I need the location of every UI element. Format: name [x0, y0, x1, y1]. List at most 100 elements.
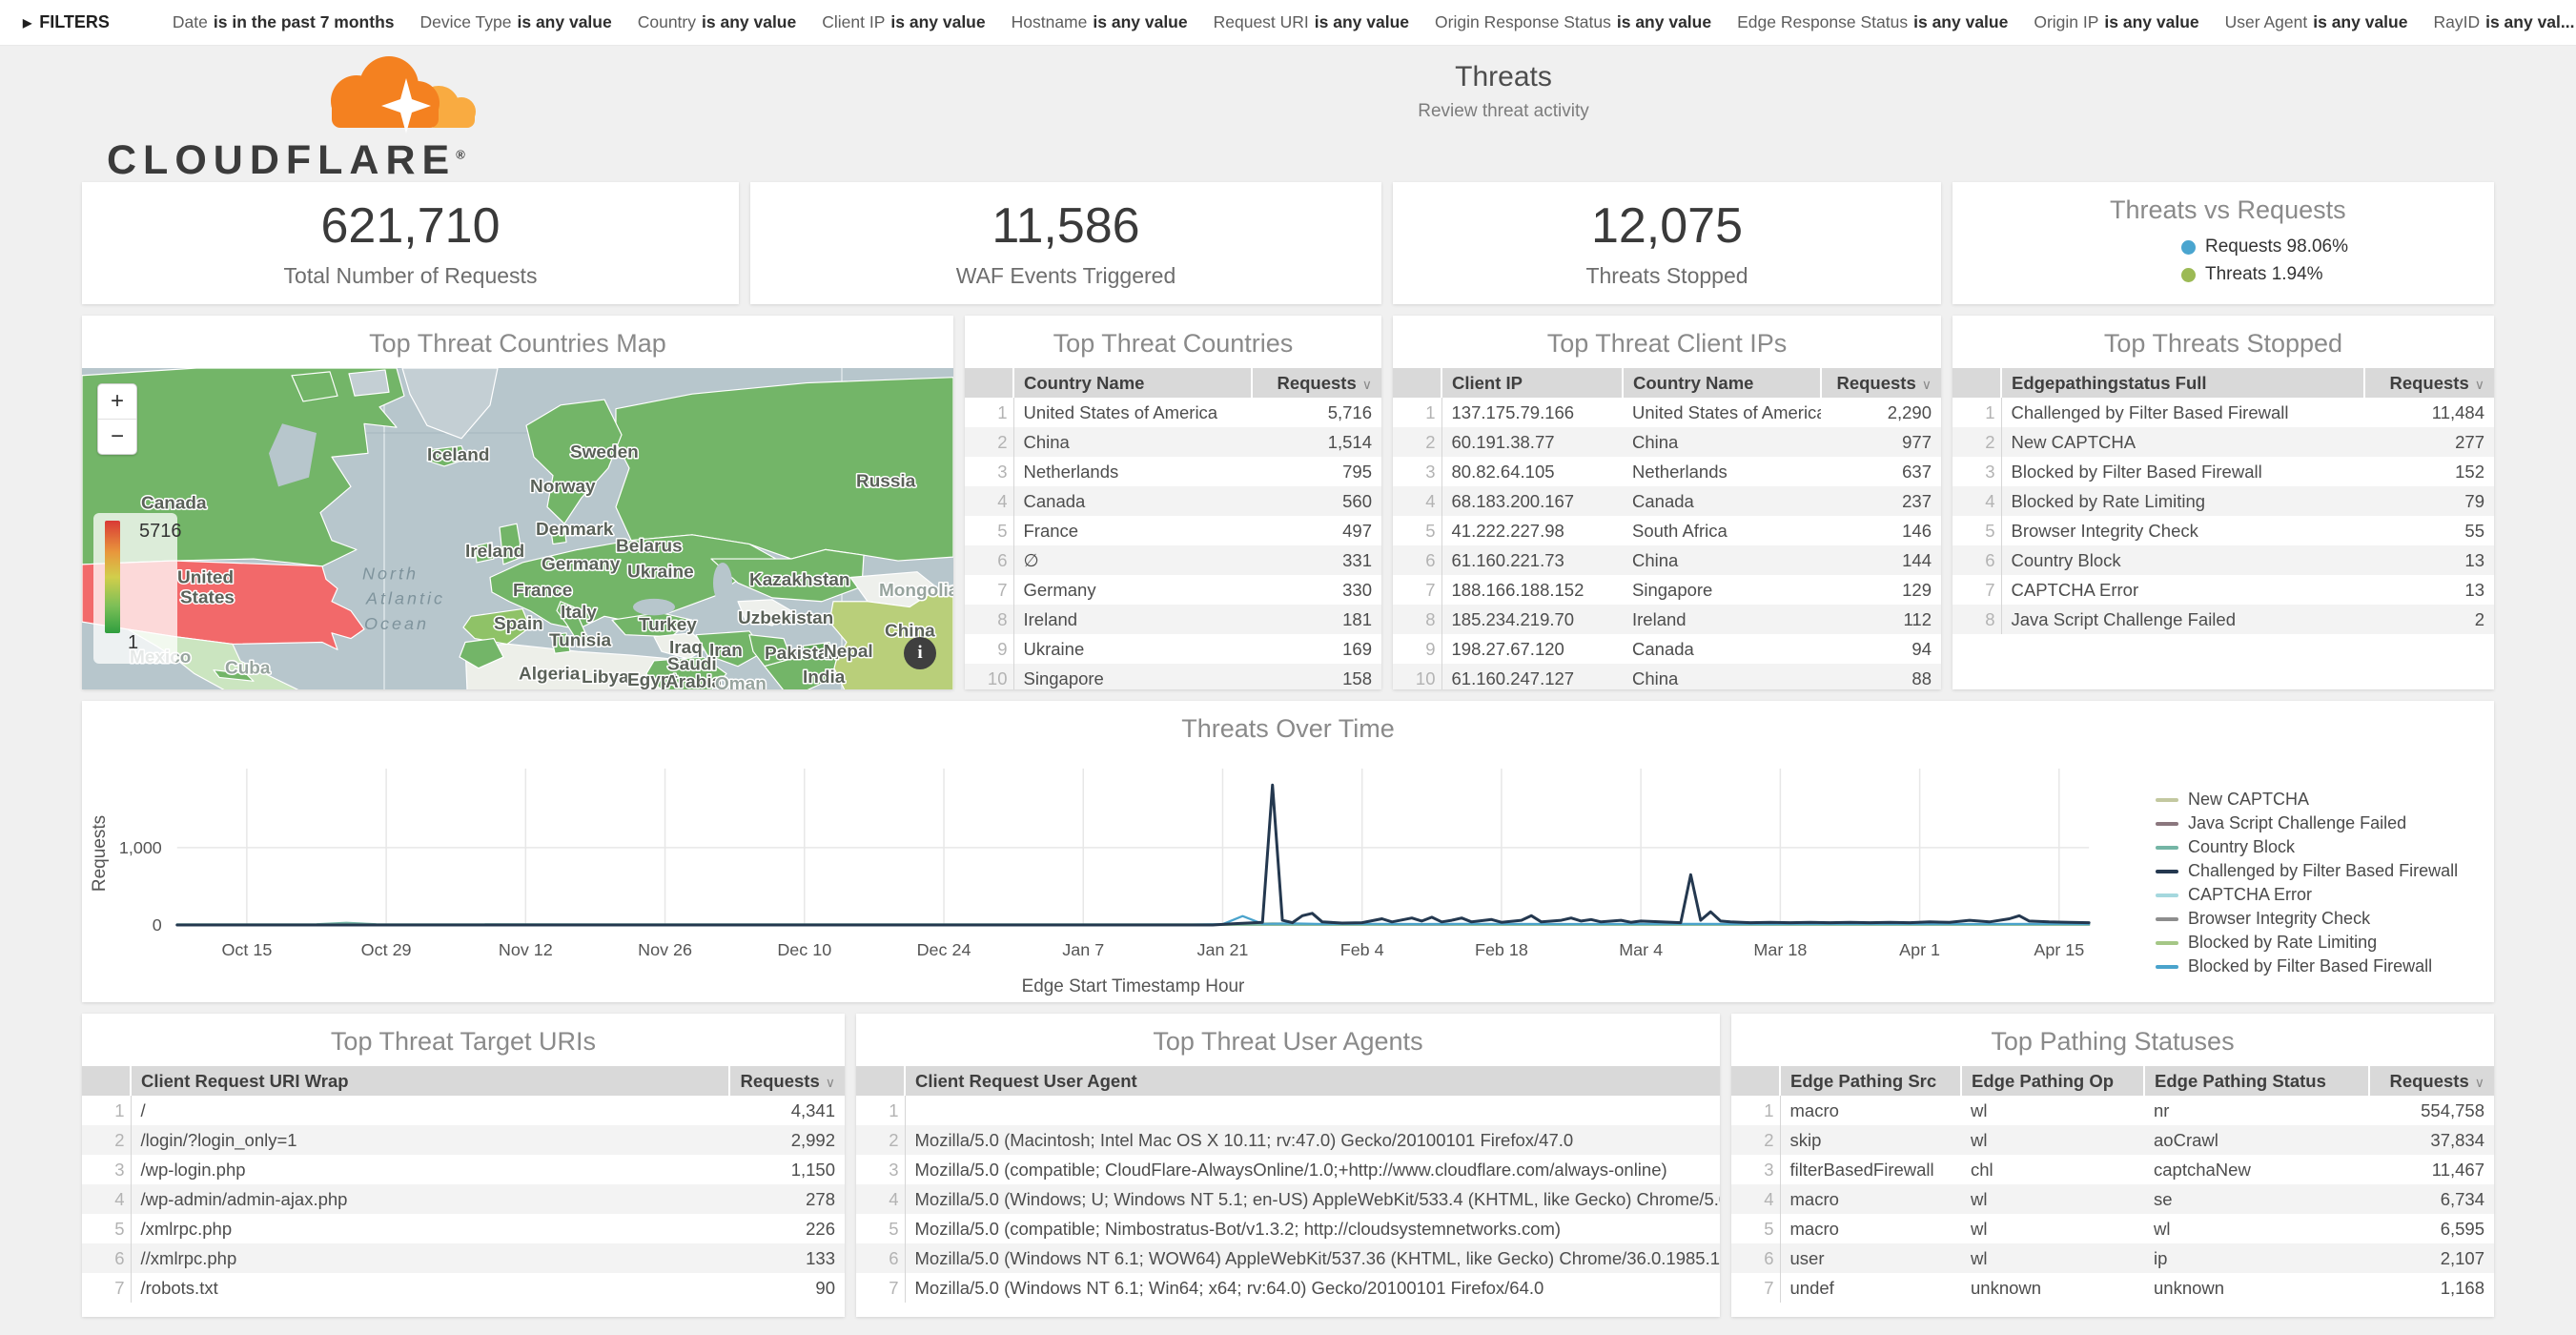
y-axis-label: Requests	[90, 815, 110, 892]
column-header-requests[interactable]: Requests∨	[2364, 368, 2494, 398]
cell: 60.191.38.77	[1441, 427, 1623, 457]
map-label: States	[180, 587, 235, 607]
legend-label: Country Block	[2188, 837, 2295, 857]
threats-over-time-card: Threats Over Time 01,000Oct 15Oct 29Nov …	[82, 701, 2494, 1002]
cell: 795	[1252, 457, 1381, 486]
cell: 129	[1821, 575, 1941, 605]
cell: wl	[1961, 1096, 2144, 1125]
cell: macro	[1780, 1184, 1961, 1214]
filter-chip-device-type[interactable]: Device Typeis any value	[420, 12, 612, 32]
x-tick-label: Oct 15	[221, 940, 272, 959]
filter-chip-client-ip[interactable]: Client IPis any value	[822, 12, 985, 32]
filter-chip-date[interactable]: Dateis in the past 7 months	[173, 12, 395, 32]
sort-chevron-icon: ∨	[2475, 1075, 2484, 1090]
cell: 5,716	[1252, 398, 1381, 427]
cell: 169	[1252, 634, 1381, 664]
cell: nr	[2144, 1096, 2369, 1125]
x-tick-label: Jan 7	[1062, 940, 1104, 959]
column-header-country-name[interactable]: Country Name	[1623, 368, 1821, 398]
table-row: 5Browser Integrity Check55	[1952, 516, 2494, 545]
cell: Blocked by Rate Limiting	[2001, 486, 2364, 516]
legend-label: Blocked by Rate Limiting	[2188, 933, 2377, 953]
top-threat-countries-card: Top Threat Countries Country NameRequest…	[965, 316, 1381, 689]
top-pathing-statuses-table: Edge Pathing SrcEdge Pathing OpEdge Path…	[1731, 1066, 2494, 1303]
x-tick-label: Nov 12	[499, 940, 553, 959]
cell: ip	[2144, 1243, 2369, 1273]
x-tick-label: Apr 1	[1899, 940, 1940, 959]
row-number: 7	[1731, 1273, 1780, 1303]
cell: Challenged by Filter Based Firewall	[2001, 398, 2364, 427]
column-header-client-ip[interactable]: Client IP	[1441, 368, 1623, 398]
stat-value: 621,710	[82, 197, 739, 255]
map-info-button[interactable]: i	[904, 637, 936, 669]
row-number: 1	[1731, 1096, 1780, 1125]
row-number: 2	[965, 427, 1013, 457]
column-header-edgepathingstatus-full[interactable]: Edgepathingstatus Full	[2001, 368, 2364, 398]
filter-chip-request-uri[interactable]: Request URIis any value	[1214, 12, 1409, 32]
column-header-client-request-uri-wrap[interactable]: Client Request URI Wrap	[131, 1066, 729, 1096]
filter-chip-user-agent[interactable]: User Agentis any value	[2225, 12, 2408, 32]
cell: 11,467	[2369, 1155, 2494, 1184]
row-number: 4	[1952, 486, 2001, 516]
cell	[905, 1096, 1720, 1125]
data-table: Client IPCountry NameRequests∨1137.175.7…	[1393, 368, 1941, 689]
filters-toggle[interactable]: ▶ FILTERS	[23, 12, 110, 32]
cell: /xmlrpc.php	[131, 1214, 729, 1243]
table-row: 6Country Block13	[1952, 545, 2494, 575]
column-header-requests[interactable]: Requests∨	[1821, 368, 1941, 398]
map-label: Turkey	[639, 614, 697, 634]
data-table: Country NameRequests∨1United States of A…	[965, 368, 1381, 689]
table-row: 260.191.38.77China977	[1393, 427, 1941, 457]
column-header-client-request-user-agent[interactable]: Client Request User Agent	[905, 1066, 1720, 1096]
row-number: 5	[82, 1214, 131, 1243]
map-label: North	[362, 565, 419, 584]
filter-chip-origin-ip[interactable]: Origin IPis any value	[2034, 12, 2198, 32]
row-number: 4	[1393, 486, 1441, 516]
top-threat-user-agents-table: Client Request User Agent12Mozilla/5.0 (…	[856, 1066, 1720, 1303]
legend-line-swatch-icon	[2156, 846, 2178, 850]
map-label: Canada	[141, 493, 207, 513]
column-header-edge-pathing-src[interactable]: Edge Pathing Src	[1780, 1066, 1961, 1096]
legend-label: Threats 1.94%	[2205, 264, 2323, 285]
world-map[interactable]: CanadaUnitedStatesMexicoCubaNorthAtlanti…	[82, 368, 953, 689]
panel-title: Top Pathing Statuses	[1731, 1014, 2494, 1057]
sort-chevron-icon: ∨	[826, 1075, 835, 1090]
expand-arrow-icon: ▶	[23, 16, 31, 30]
zoom-out-button[interactable]: −	[98, 420, 136, 454]
table-row: 3/wp-login.php1,150	[82, 1155, 845, 1184]
filter-value: is in the past 7 months	[214, 12, 395, 31]
column-header-requests[interactable]: Requests∨	[729, 1066, 845, 1096]
threats-vs-requests-card: Threats vs Requests Requests 98.06%Threa…	[1952, 182, 2494, 304]
cell: Mozilla/5.0 (compatible; Nimbostratus-Bo…	[905, 1214, 1720, 1243]
sort-chevron-icon: ∨	[1922, 377, 1932, 392]
column-header-country-name[interactable]: Country Name	[1013, 368, 1252, 398]
column-header-edge-pathing-status[interactable]: Edge Pathing Status	[2144, 1066, 2369, 1096]
filter-value: is any value	[2313, 12, 2407, 31]
row-number: 5	[1393, 516, 1441, 545]
cell: se	[2144, 1184, 2369, 1214]
filter-chip-rayid[interactable]: RayIDis any val...	[2433, 12, 2574, 32]
column-header-requests[interactable]: Requests∨	[1252, 368, 1381, 398]
table-row: 1	[856, 1096, 1720, 1125]
cell: 152	[2364, 457, 2494, 486]
filter-chip-hostname[interactable]: Hostnameis any value	[1012, 12, 1188, 32]
table-row: 7Germany330	[965, 575, 1381, 605]
cell: China	[1623, 545, 1821, 575]
cell: wl	[2144, 1214, 2369, 1243]
filter-chip-country[interactable]: Countryis any value	[638, 12, 797, 32]
filter-chip-origin-response-status[interactable]: Origin Response Statusis any value	[1435, 12, 1711, 32]
legend-item: Java Script Challenge Failed	[2156, 811, 2494, 835]
column-header-requests[interactable]: Requests∨	[2369, 1066, 2494, 1096]
dashboard-title: Threats	[1418, 61, 1589, 93]
zoom-in-button[interactable]: +	[98, 384, 136, 420]
map-label: Atlantic	[365, 589, 445, 608]
filter-value: is any val...	[2485, 12, 2574, 31]
map-label: France	[513, 580, 572, 600]
table-row: 7/robots.txt90	[82, 1273, 845, 1303]
column-header-edge-pathing-op[interactable]: Edge Pathing Op	[1961, 1066, 2144, 1096]
table-row: 8Java Script Challenge Failed2	[1952, 605, 2494, 634]
filter-chip-edge-response-status[interactable]: Edge Response Statusis any value	[1737, 12, 2008, 32]
x-tick-label: Feb 4	[1340, 940, 1384, 959]
table-row: 5/xmlrpc.php226	[82, 1214, 845, 1243]
top-threat-client-ips-table: Client IPCountry NameRequests∨1137.175.7…	[1393, 368, 1941, 689]
